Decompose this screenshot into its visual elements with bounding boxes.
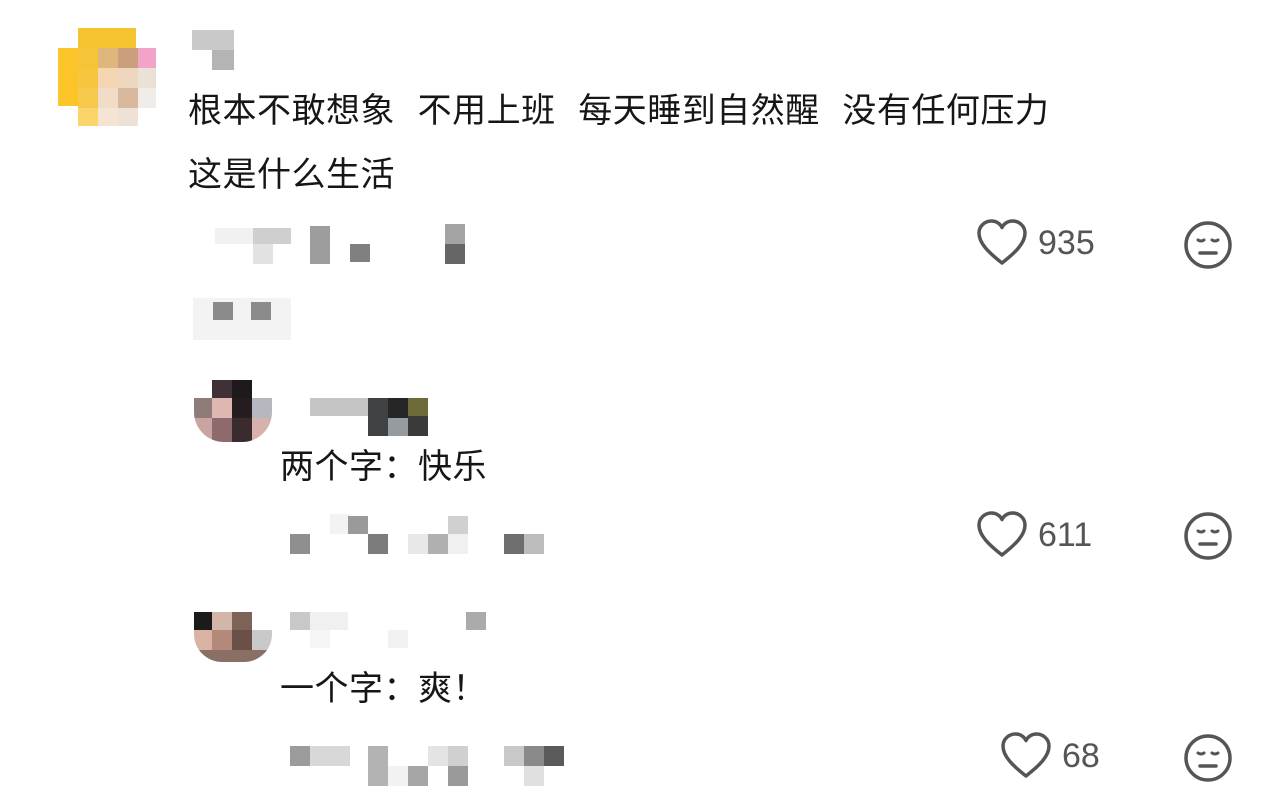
comment-text: 两个字：快乐 (280, 447, 487, 487)
neutral-face-icon (1184, 734, 1232, 782)
comment-meta (290, 746, 565, 786)
like-button[interactable]: 68 (1000, 732, 1100, 780)
reaction-button[interactable] (1183, 511, 1233, 565)
username[interactable] (310, 398, 428, 438)
comment-text-line-1: 根本不敢想象 不用上班 每天睡到自然醒 没有任何压力 (188, 91, 1050, 131)
cartoon-avatar-icon[interactable] (58, 28, 156, 126)
like-count: 68 (1062, 736, 1100, 775)
neutral-face-icon (1184, 512, 1232, 560)
like-button[interactable]: 611 (976, 511, 1092, 559)
reaction-button[interactable] (1183, 220, 1233, 274)
reaction-button[interactable] (1183, 733, 1233, 787)
username[interactable] (290, 612, 486, 650)
comment-meta (215, 222, 470, 264)
heart-icon (977, 511, 1027, 557)
like-count: 935 (1038, 223, 1095, 262)
comment-text: 一个字：爽！ (280, 669, 487, 709)
like-button[interactable]: 935 (976, 219, 1095, 267)
user-avatar-icon[interactable] (194, 612, 272, 662)
neutral-face-icon (1184, 221, 1232, 269)
like-count: 611 (1038, 515, 1093, 554)
heart-icon (1001, 732, 1051, 778)
user-avatar-icon[interactable] (194, 380, 272, 442)
comment-text-line-2: 这是什么生活 (188, 155, 395, 195)
expand-replies[interactable] (193, 298, 291, 340)
comment-meta (290, 514, 545, 556)
username[interactable] (192, 30, 234, 70)
heart-icon (977, 219, 1027, 265)
